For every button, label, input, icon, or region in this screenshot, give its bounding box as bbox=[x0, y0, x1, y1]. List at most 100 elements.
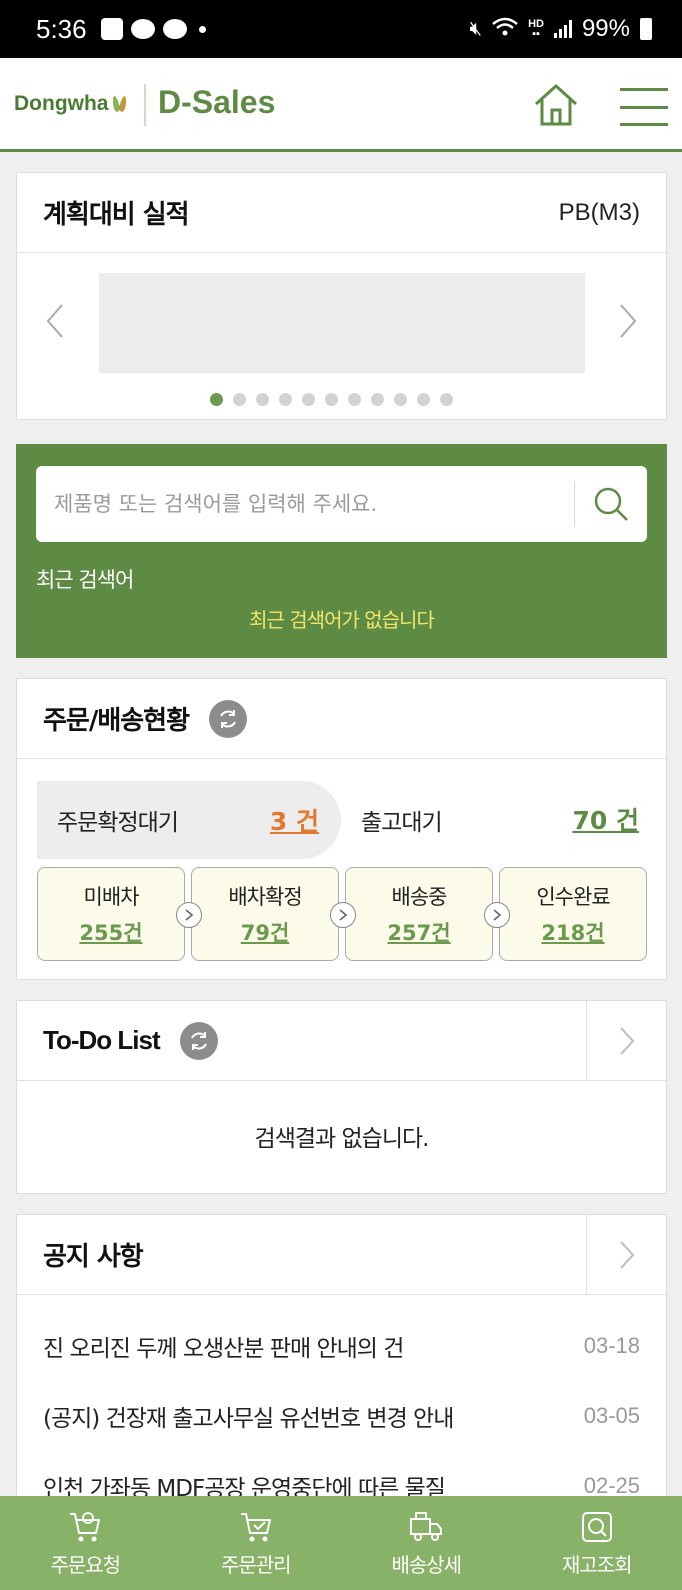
carousel-prev-button[interactable] bbox=[35, 291, 75, 351]
app-header: Dongwha D-Sales bbox=[0, 58, 682, 152]
chevron-right-icon bbox=[620, 304, 637, 338]
refresh-icon bbox=[220, 709, 236, 728]
chevron-right-circle-icon bbox=[484, 902, 510, 928]
carousel-dot[interactable] bbox=[325, 393, 338, 406]
truck-icon bbox=[410, 1511, 443, 1541]
carousel-dot[interactable] bbox=[233, 393, 246, 406]
carousel-dot[interactable] bbox=[302, 393, 315, 406]
carousel-dot[interactable] bbox=[394, 393, 407, 406]
step-label: 미배차 bbox=[83, 885, 140, 909]
notice-title: 진 오리진 두께 오생산분 판매 안내의 건 bbox=[43, 1336, 404, 1362]
performance-chart-area[interactable] bbox=[99, 273, 585, 373]
todo-refresh-button[interactable] bbox=[179, 1021, 218, 1060]
home-icon bbox=[534, 84, 578, 126]
step-label: 배송중 bbox=[391, 885, 448, 909]
order-card-header: 주문/배송현황 bbox=[17, 679, 666, 759]
notice-card: 공지 사항 진 오리진 두께 오생산분 판매 안내의 건 03-18 (공지) … bbox=[16, 1214, 667, 1544]
pending-count[interactable]: 3 건 bbox=[270, 802, 319, 838]
logo-text: Dongwha bbox=[14, 92, 109, 115]
step-count[interactable]: 218건 bbox=[541, 917, 604, 947]
message-icon bbox=[130, 19, 155, 39]
hd-voice-icon: HD ▪▪ bbox=[528, 18, 544, 40]
step-label: 인수완료 bbox=[536, 885, 610, 909]
step-count[interactable]: 79건 bbox=[241, 917, 290, 947]
nav-inventory[interactable]: 재고조회 bbox=[512, 1496, 682, 1590]
carousel-dot[interactable] bbox=[348, 393, 361, 406]
shipment-wait-count[interactable]: 70 건 bbox=[573, 801, 640, 837]
shipment-wait-label: 출고대기 bbox=[361, 810, 443, 836]
home-button[interactable] bbox=[532, 82, 580, 128]
search-input[interactable] bbox=[36, 466, 574, 542]
cart-icon bbox=[70, 1511, 101, 1541]
inventory-search-icon bbox=[581, 1511, 612, 1542]
nav-label: 재고조회 bbox=[561, 1552, 633, 1577]
carousel-pagination[interactable] bbox=[17, 393, 666, 406]
recent-search-empty: 최근 검색어가 없습니다 bbox=[249, 608, 435, 632]
step-count[interactable]: 255건 bbox=[79, 917, 142, 947]
notice-item[interactable]: (공지) 건장재 출고사무실 유선번호 변경 안내 03-05 bbox=[17, 1381, 666, 1451]
step-label: 배차확정 bbox=[228, 885, 302, 909]
gallery-icon bbox=[100, 18, 123, 40]
menu-button[interactable] bbox=[620, 88, 668, 126]
carousel-dot[interactable] bbox=[279, 393, 292, 406]
todo-card: To-Do List 검색결과 없습니다. bbox=[16, 1000, 667, 1194]
plan-card-title: 계획대비 실적 bbox=[43, 200, 190, 230]
delivery-steps: 미배차 255건 배차확정 79건 배송중 257건 인수완료 218건 bbox=[37, 867, 647, 961]
nav-label: 주문요청 bbox=[50, 1552, 121, 1577]
chevron-right-circle-icon bbox=[176, 902, 202, 928]
notice-more-button[interactable] bbox=[586, 1215, 666, 1295]
chevron-right-icon bbox=[619, 1027, 634, 1055]
order-status-card: 주문/배송현황 주문확정대기 3 건 출고대기 70 건 미배차 255건 배차… bbox=[16, 678, 667, 980]
notice-card-header: 공지 사항 bbox=[17, 1215, 666, 1295]
recent-search-label: 최근 검색어 bbox=[36, 568, 134, 592]
search-panel: 최근 검색어 최근 검색어가 없습니다 bbox=[16, 444, 667, 658]
notice-item[interactable]: 진 오리진 두께 오생산분 판매 안내의 건 03-18 bbox=[17, 1311, 666, 1381]
notice-title: (공지) 건장재 출고사무실 유선번호 변경 안내 bbox=[43, 1406, 454, 1432]
order-summary-row: 주문확정대기 3 건 출고대기 70 건 bbox=[37, 781, 647, 859]
todo-more-button[interactable] bbox=[586, 1001, 666, 1081]
plan-vs-actual-card: 계획대비 실적 PB(M3) bbox=[16, 172, 667, 420]
status-bar: 5:36 🔇︎ HD ▪▪ 99% bbox=[0, 0, 682, 58]
nav-order-request[interactable]: 주문요청 bbox=[0, 1496, 171, 1590]
nav-delivery-detail[interactable]: 배송상세 bbox=[341, 1496, 512, 1590]
pending-label: 주문확정대기 bbox=[57, 810, 179, 836]
step-dispatch-confirmed[interactable]: 배차확정 79건 bbox=[176, 867, 339, 961]
chevron-left-icon bbox=[46, 304, 63, 338]
search-button[interactable] bbox=[575, 466, 647, 542]
clock: 5:36 bbox=[36, 13, 87, 44]
logo-divider bbox=[144, 84, 146, 126]
talk-icon bbox=[162, 19, 187, 39]
carousel-dot[interactable] bbox=[256, 393, 269, 406]
step-unassigned[interactable]: 미배차 255건 bbox=[37, 867, 185, 961]
order-card-title: 주문/배송현황 bbox=[43, 706, 190, 736]
notice-date: 03-05 bbox=[583, 1403, 640, 1428]
notice-list: 진 오리진 두께 오생산분 판매 안내의 건 03-18 (공지) 건장재 출고… bbox=[17, 1311, 666, 1521]
bottom-navigation: 주문요청 주문관리 배송상세 재고조회 bbox=[0, 1496, 682, 1590]
step-delivered[interactable]: 인수완료 218건 bbox=[484, 867, 647, 961]
carousel-dot[interactable] bbox=[417, 393, 430, 406]
carousel-next-button[interactable] bbox=[608, 291, 648, 351]
app-name: D-Sales bbox=[158, 84, 276, 120]
notice-date: 03-18 bbox=[583, 1333, 640, 1358]
order-refresh-button[interactable] bbox=[209, 699, 248, 738]
hamburger-icon bbox=[620, 88, 668, 91]
carousel-dot[interactable] bbox=[440, 393, 453, 406]
step-in-delivery[interactable]: 배송중 257건 bbox=[330, 867, 493, 961]
leaf-icon bbox=[112, 96, 128, 112]
nav-label: 배송상세 bbox=[391, 1552, 462, 1577]
pending-confirmation[interactable]: 주문확정대기 3 건 bbox=[37, 781, 341, 859]
dongwha-logo[interactable]: Dongwha bbox=[14, 92, 128, 116]
todo-card-header: To-Do List bbox=[17, 1001, 666, 1081]
mute-icon: 🔇︎ bbox=[469, 17, 483, 40]
cart-check-icon bbox=[240, 1512, 271, 1541]
step-count[interactable]: 257건 bbox=[387, 917, 450, 947]
nav-order-management[interactable]: 주문관리 bbox=[171, 1496, 342, 1590]
notice-card-title: 공지 사항 bbox=[43, 1242, 144, 1272]
carousel-dot[interactable] bbox=[210, 393, 223, 406]
todo-empty-message: 검색결과 없습니다. bbox=[254, 1126, 430, 1152]
notification-icons bbox=[100, 18, 206, 40]
battery-percent: 99% bbox=[581, 15, 630, 42]
todo-card-title: To-Do List bbox=[43, 1025, 161, 1055]
search-icon bbox=[594, 487, 628, 521]
carousel-dot[interactable] bbox=[371, 393, 384, 406]
